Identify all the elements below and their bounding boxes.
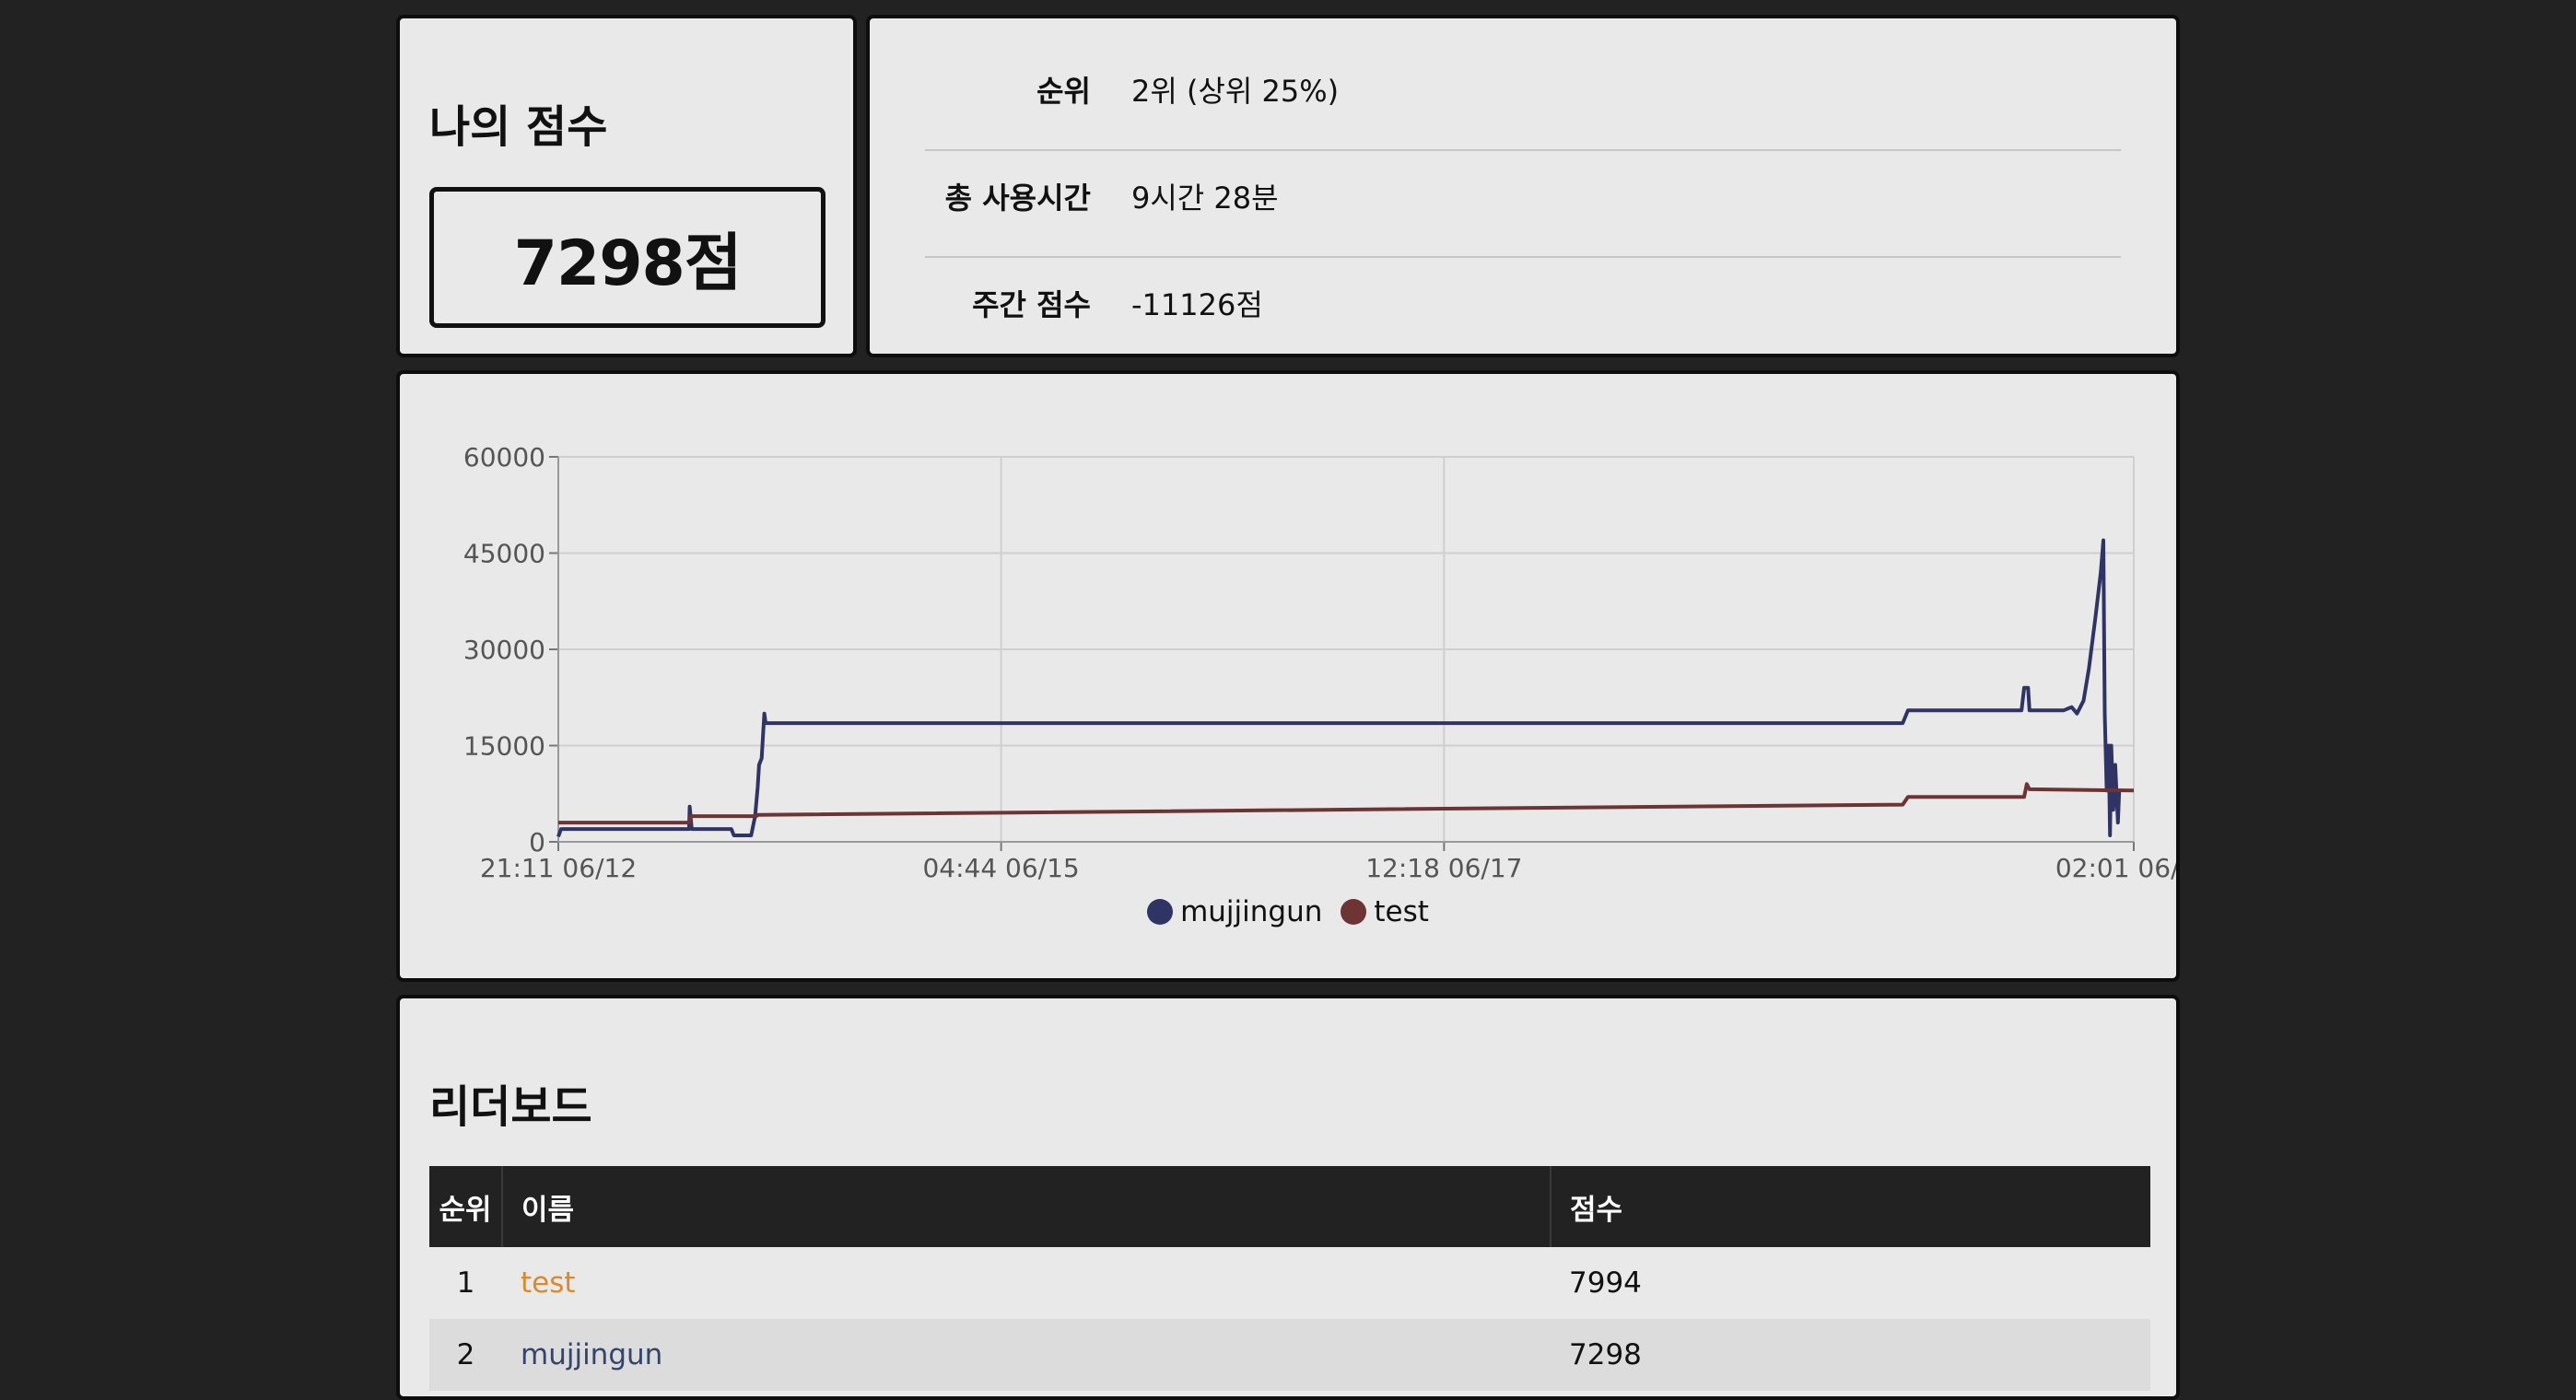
row-rank: 2 — [429, 1319, 502, 1391]
score-history-chart: 01500030000450006000021:11 06/12 04:44 06… — [463, 442, 2176, 883]
row-score: 7298 — [1551, 1319, 2150, 1391]
stat-row-total-time: 총 사용시간 9시간 28분 — [925, 149, 2121, 258]
row-name-cell: mujjingun — [502, 1319, 1551, 1391]
leaderboard-header-row: 순위 이름 점수 — [429, 1166, 2150, 1247]
row-name-cell: test — [502, 1247, 1551, 1319]
table-row: 1 test 7994 — [429, 1247, 2150, 1319]
legend-label-mujjingun: mujjingun — [1180, 895, 1323, 928]
row-rank: 1 — [429, 1247, 502, 1319]
x-tick-label: 04:44 06/15 — [922, 853, 1079, 883]
y-tick-label: 15000 — [463, 731, 545, 762]
stat-value-total-time: 9시간 28분 — [1131, 181, 1279, 216]
my-score-card: 나의 점수 7298점 — [396, 15, 857, 357]
series-line-mujjingun — [556, 538, 2122, 838]
stat-label-weekly-score: 주간 점수 — [972, 287, 1091, 322]
stat-label-total-time: 총 사용시간 — [944, 181, 1091, 216]
series-line-test — [558, 782, 2135, 825]
header-rank: 순위 — [429, 1166, 503, 1247]
leaderboard-table: 순위 이름 점수 1 test 7994 2 mujjingun 7298 — [429, 1166, 2150, 1391]
stat-value-rank: 2위 (상위 25%) — [1131, 74, 1340, 109]
stat-row-rank: 순위 2위 (상위 25%) — [925, 42, 2121, 151]
my-score-title: 나의 점수 — [429, 101, 608, 153]
legend-item-test[interactable]: test — [1341, 895, 1429, 928]
y-tick-label: 30000 — [463, 635, 545, 665]
legend-item-mujjingun[interactable]: mujjingun — [1147, 895, 1322, 928]
legend-dot-mujjingun — [1147, 899, 1174, 925]
header-score: 점수 — [1551, 1166, 2150, 1247]
leaderboard-card: 리더보드 순위 이름 점수 1 test 7994 2 mujjingun 72… — [396, 995, 2180, 1400]
legend-dot-test — [1341, 899, 1367, 925]
leaderboard-title: 리더보드 — [429, 1081, 592, 1133]
row-score: 7994 — [1551, 1247, 2150, 1319]
user-link-test[interactable]: test — [521, 1266, 576, 1300]
stat-label-rank: 순위 — [1036, 74, 1091, 109]
x-tick-label: 02:01 06/21 — [2055, 853, 2176, 883]
x-tick-label: 21:11 06/12 — [480, 853, 637, 883]
stat-row-weekly-score: 주간 점수 -11126점 — [925, 256, 2121, 363]
table-row: 2 mujjingun 7298 — [429, 1319, 2150, 1391]
x-tick-label: 12:18 06/17 — [1365, 853, 1522, 883]
score-history-chart-card: 0 15000 30000 45000 60000 21:11 06/12 04:44 06… — [396, 370, 2180, 982]
stats-card: 순위 2위 (상위 25%) 총 사용시간 9시간 28분 주간 점수 -111… — [866, 15, 2180, 357]
y-tick-label: 60000 — [463, 442, 545, 472]
my-score-value: 7298점 — [429, 187, 825, 328]
stat-value-weekly-score: -11126점 — [1131, 287, 1263, 322]
header-name: 이름 — [502, 1166, 1551, 1247]
user-link-mujjingun[interactable]: mujjingun — [521, 1338, 662, 1371]
legend-label-test: test — [1374, 895, 1429, 928]
chart-legend: mujjingun test — [400, 895, 2176, 928]
y-tick-label: 45000 — [463, 539, 545, 569]
